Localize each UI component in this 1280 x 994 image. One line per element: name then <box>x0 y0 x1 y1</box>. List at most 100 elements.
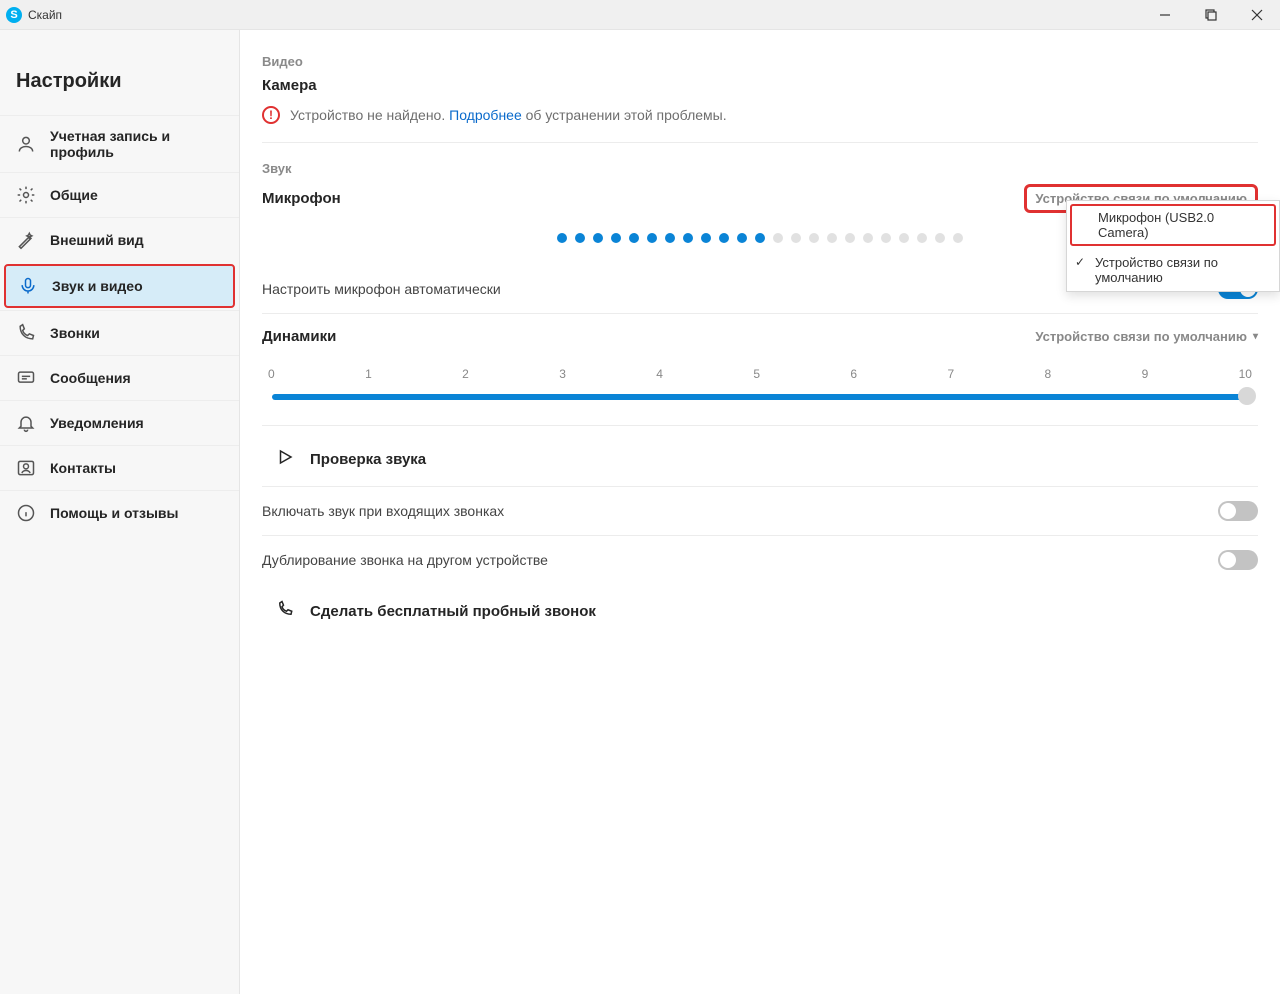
contacts-icon <box>16 458 36 478</box>
incoming-sound-label: Включать звук при входящих звонках <box>262 503 504 519</box>
sidebar-item-label: Учетная запись и профиль <box>50 128 223 160</box>
volume-tick: 1 <box>365 367 372 381</box>
camera-title: Камера <box>262 77 1258 94</box>
volume-tick: 9 <box>1142 367 1149 381</box>
warning-pre: Устройство не найдено. <box>290 107 445 123</box>
bell-icon <box>16 413 36 433</box>
warning-post: об устранении этой проблемы. <box>526 107 727 123</box>
volume-slider[interactable] <box>262 385 1258 407</box>
info-icon <box>16 503 36 523</box>
test-sound-label: Проверка звука <box>310 451 426 468</box>
app-title: Скайп <box>28 8 62 22</box>
settings-heading: Настройки <box>0 60 239 115</box>
volume-tick: 0 <box>268 367 275 381</box>
test-sound-button[interactable]: Проверка звука <box>262 432 1258 487</box>
sidebar-item-messages[interactable]: Сообщения <box>0 355 239 400</box>
speakers-device-dropdown[interactable]: Устройство связи по умолчанию ▾ <box>1035 329 1258 344</box>
warning-icon: ! <box>262 106 280 124</box>
mic-level-dot <box>845 233 855 243</box>
mic-level-dot <box>755 233 765 243</box>
settings-sidebar: Настройки Учетная запись и профиль Общие… <box>0 30 240 994</box>
mic-level-dot <box>935 233 945 243</box>
volume-tick: 10 <box>1239 367 1252 381</box>
window-minimize-button[interactable] <box>1142 0 1188 30</box>
volume-tick: 5 <box>753 367 760 381</box>
mic-level-dot <box>629 233 639 243</box>
volume-tick: 2 <box>462 367 469 381</box>
duplicate-ring-toggle[interactable] <box>1218 550 1258 570</box>
mic-level-dot <box>575 233 585 243</box>
window-close-button[interactable] <box>1234 0 1280 30</box>
mic-level-dot <box>827 233 837 243</box>
sidebar-item-notifications[interactable]: Уведомления <box>0 400 239 445</box>
mic-level-dot <box>791 233 801 243</box>
volume-tick: 3 <box>559 367 566 381</box>
auto-mic-label: Настроить микрофон автоматически <box>262 281 501 297</box>
mic-level-dot <box>899 233 909 243</box>
volume-tick: 4 <box>656 367 663 381</box>
sidebar-item-account[interactable]: Учетная запись и профиль <box>0 115 239 172</box>
titlebar: S Скайп <box>0 0 1280 30</box>
mic-level-dot <box>881 233 891 243</box>
check-icon: ✓ <box>1075 255 1085 269</box>
mic-level-dot <box>557 233 567 243</box>
audio-section-label: Звук <box>262 161 1258 176</box>
mic-icon <box>18 276 38 296</box>
free-test-call-button[interactable]: Сделать бесплатный пробный звонок <box>262 584 1258 638</box>
volume-tick: 6 <box>850 367 857 381</box>
mic-level-dot <box>611 233 621 243</box>
person-icon <box>16 134 36 154</box>
mic-option-default[interactable]: ✓ Устройство связи по умолчанию <box>1067 249 1279 291</box>
sidebar-item-label: Общие <box>50 187 98 203</box>
mic-level-dot <box>773 233 783 243</box>
mic-level-dot <box>593 233 603 243</box>
volume-slider-ticks: 0 1 2 3 4 5 6 7 8 9 10 <box>262 367 1258 381</box>
mic-level-dot <box>665 233 675 243</box>
mic-level-dot <box>809 233 819 243</box>
duplicate-ring-label: Дублирование звонка на другом устройстве <box>262 552 548 568</box>
sidebar-item-audio-video[interactable]: Звук и видео <box>4 264 235 308</box>
sidebar-item-contacts[interactable]: Контакты <box>0 445 239 490</box>
gear-icon <box>16 185 36 205</box>
sidebar-item-calls[interactable]: Звонки <box>0 310 239 355</box>
settings-content: Видео Камера ! Устройство не найдено. По… <box>240 30 1280 994</box>
speakers-dropdown-label: Устройство связи по умолчанию <box>1035 329 1247 344</box>
microphone-title: Микрофон <box>262 190 341 207</box>
mic-option-default-label: Устройство связи по умолчанию <box>1095 255 1218 285</box>
sidebar-item-label: Сообщения <box>50 370 131 386</box>
sidebar-item-general[interactable]: Общие <box>0 172 239 217</box>
sidebar-item-label: Контакты <box>50 460 116 476</box>
app-logo-icon: S <box>6 7 22 23</box>
wand-icon <box>16 230 36 250</box>
mic-level-dot <box>863 233 873 243</box>
volume-tick: 8 <box>1045 367 1052 381</box>
mic-level-dot <box>917 233 927 243</box>
incoming-sound-toggle[interactable] <box>1218 501 1258 521</box>
sidebar-item-label: Помощь и отзывы <box>50 505 179 521</box>
sidebar-item-help[interactable]: Помощь и отзывы <box>0 490 239 535</box>
sidebar-item-appearance[interactable]: Внешний вид <box>0 217 239 262</box>
volume-slider-thumb[interactable] <box>1238 387 1256 405</box>
mic-level-dot <box>719 233 729 243</box>
sidebar-item-label: Уведомления <box>50 415 144 431</box>
mic-level-dot <box>701 233 711 243</box>
mic-level-dot <box>683 233 693 243</box>
camera-warning-text: Устройство не найдено. Подробнее об устр… <box>290 107 727 123</box>
phone-icon <box>16 323 36 343</box>
camera-learn-more-link[interactable]: Подробнее <box>449 107 522 123</box>
chevron-down-icon: ▾ <box>1253 331 1258 342</box>
camera-warning-row: ! Устройство не найдено. Подробнее об ус… <box>262 106 1258 143</box>
microphone-device-dropdown-menu[interactable]: Микрофон (USB2.0 Camera) ✓ Устройство св… <box>1066 200 1280 292</box>
free-test-call-label: Сделать бесплатный пробный звонок <box>310 603 596 620</box>
phone-icon <box>276 600 294 622</box>
mic-level-dot <box>953 233 963 243</box>
volume-tick: 7 <box>947 367 954 381</box>
sidebar-item-label: Внешний вид <box>50 232 144 248</box>
play-icon <box>276 448 294 470</box>
mic-level-dot <box>647 233 657 243</box>
speakers-title: Динамики <box>262 328 336 345</box>
chat-icon <box>16 368 36 388</box>
window-maximize-button[interactable] <box>1188 0 1234 30</box>
mic-option-usb-camera[interactable]: Микрофон (USB2.0 Camera) <box>1070 204 1276 246</box>
sidebar-item-label: Звонки <box>50 325 100 341</box>
